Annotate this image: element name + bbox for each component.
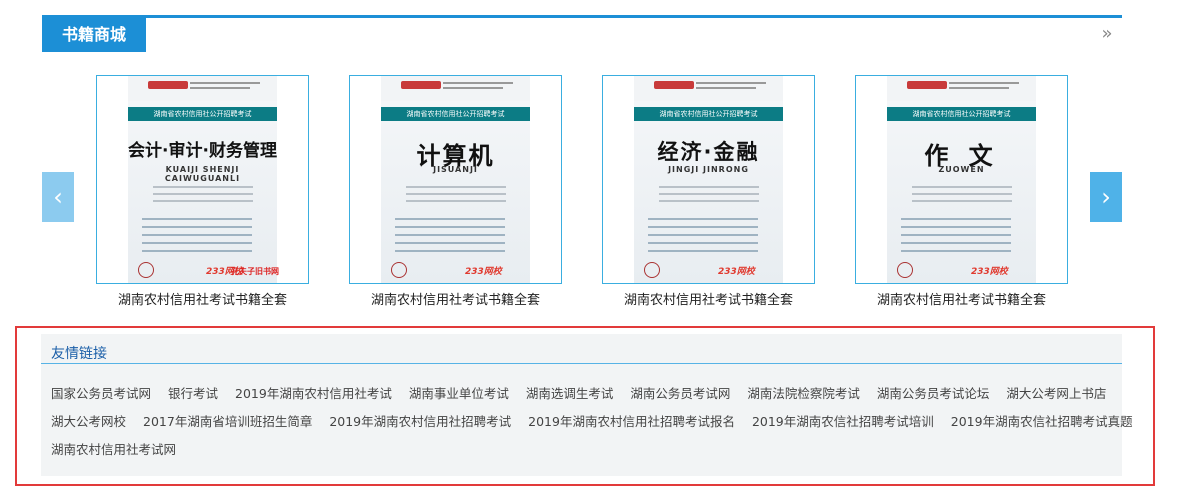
book-cover-frame[interactable]: 湖南省农村信用社公开招聘考试 计算机 JISUANJI 233网校 xyxy=(349,75,562,284)
cover-pinyin: JINGJI JINRONG xyxy=(668,165,749,174)
book-mall-header: 书籍商城 » xyxy=(42,15,1122,52)
cover-band-text: 湖南省农村信用社公开招聘考试 xyxy=(406,110,505,118)
friendly-link[interactable]: 湖南农村信用社考试网 xyxy=(51,436,176,464)
header-rule xyxy=(42,15,1122,18)
friendly-link[interactable]: 湖南公务员考试网 xyxy=(630,380,730,408)
links-row: 湖南农村信用社考试网 xyxy=(51,436,193,464)
book-item[interactable]: 湖南省农村信用社公开招聘考试 经济·金融 JINGJI JINRONG 233网… xyxy=(602,75,815,309)
cover-pinyin: ZUOWEN xyxy=(938,165,985,174)
book-caption[interactable]: 湖南农村信用社考试书籍全套 xyxy=(602,293,815,309)
friendly-links-title: 友情链接 xyxy=(51,346,107,362)
book-cover-image: 湖南省农村信用社公开招聘考试 计算机 JISUANJI 233网校 xyxy=(381,76,530,283)
book-cover-image: 湖南省农村信用社公开招聘考试 作 文 ZUOWEN 233网校 xyxy=(887,76,1036,283)
friendly-link[interactable]: 2019年湖南农信社招聘考试培训 xyxy=(752,408,934,436)
cover-title: 经济·金融 xyxy=(657,140,760,164)
section-title-tab[interactable]: 书籍商城 xyxy=(42,18,146,52)
friendly-link[interactable]: 2017年湖南省培训班招生简章 xyxy=(143,408,312,436)
friendly-link[interactable]: 湖大公考网上书店 xyxy=(1006,380,1106,408)
book-item[interactable]: 湖南省农村信用社公开招聘考试 计算机 JISUANJI 233网校 湖南农村信用… xyxy=(349,75,562,309)
book-caption[interactable]: 湖南农村信用社考试书籍全套 xyxy=(96,293,309,309)
links-row: 湖大公考网校 2017年湖南省培训班招生简章 2019年湖南农村信用社招聘考试 201… xyxy=(51,408,1150,436)
friendly-link[interactable]: 湖南公务员考试论坛 xyxy=(877,380,990,408)
friendly-link[interactable]: 2019年湖南农村信用社考试 xyxy=(235,380,392,408)
friendly-links-divider xyxy=(41,363,1122,364)
friendly-link[interactable]: 湖南事业单位考试 xyxy=(409,380,509,408)
book-cover-frame[interactable]: 湖南省农村信用社公开招聘考试 作 文 ZUOWEN 233网校 xyxy=(855,75,1068,284)
cover-band-text: 湖南省农村信用社公开招聘考试 xyxy=(912,110,1011,118)
book-cover-image: 湖南省农村信用社公开招聘考试 会计·审计·财务管理 KUAIJI SHENJI … xyxy=(128,76,277,283)
friendly-link[interactable]: 2019年湖南农村信用社招聘考试 xyxy=(329,408,511,436)
book-cover-image: 湖南省农村信用社公开招聘考试 经济·金融 JINGJI JINRONG 233网… xyxy=(634,76,783,283)
friendly-link[interactable]: 湖大公考网校 xyxy=(51,408,126,436)
friendly-link[interactable]: 国家公务员考试网 xyxy=(51,380,151,408)
cover-title: 会计·审计·财务管理 xyxy=(128,141,277,161)
book-caption[interactable]: 湖南农村信用社考试书籍全套 xyxy=(855,293,1068,309)
cover-pinyin: KUAIJI SHENJI CAIWUGUANLI xyxy=(164,165,241,183)
friendly-link[interactable]: 湖南法院检察院考试 xyxy=(747,380,860,408)
cover-band-text: 湖南省农村信用社公开招聘考试 xyxy=(153,110,252,118)
carousel-prev-button[interactable]: ‹ xyxy=(42,172,74,222)
cover-brand: 233网校 xyxy=(465,267,502,277)
cover-watermark: 孔夫子旧书网 xyxy=(231,267,279,276)
cover-band-text: 湖南省农村信用社公开招聘考试 xyxy=(659,110,758,118)
book-cover-frame[interactable]: 湖南省农村信用社公开招聘考试 经济·金融 JINGJI JINRONG 233网… xyxy=(602,75,815,284)
friendly-link[interactable]: 湖南选调生考试 xyxy=(526,380,614,408)
friendly-link[interactable]: 银行考试 xyxy=(168,380,218,408)
links-row: 国家公务员考试网 银行考试 2019年湖南农村信用社考试 湖南事业单位考试 湖南选调生考… xyxy=(51,380,1123,408)
book-caption[interactable]: 湖南农村信用社考试书籍全套 xyxy=(349,293,562,309)
book-item[interactable]: 湖南省农村信用社公开招聘考试 作 文 ZUOWEN 233网校 湖南农村信用社考… xyxy=(855,75,1068,309)
carousel-next-button[interactable]: › xyxy=(1090,172,1122,222)
more-chevron-icon[interactable]: » xyxy=(1098,23,1116,45)
friendly-link[interactable]: 2019年湖南农信社招聘考试真题 xyxy=(951,408,1133,436)
book-item[interactable]: 湖南省农村信用社公开招聘考试 会计·审计·财务管理 KUAIJI SHENJI … xyxy=(96,75,309,309)
friendly-link[interactable]: 2019年湖南农村信用社招聘考试报名 xyxy=(528,408,735,436)
cover-brand: 233网校 xyxy=(971,267,1008,277)
cover-brand: 233网校 xyxy=(718,267,755,277)
cover-pinyin: JISUANJI xyxy=(433,165,478,174)
book-cover-frame[interactable]: 湖南省农村信用社公开招聘考试 会计·审计·财务管理 KUAIJI SHENJI … xyxy=(96,75,309,284)
